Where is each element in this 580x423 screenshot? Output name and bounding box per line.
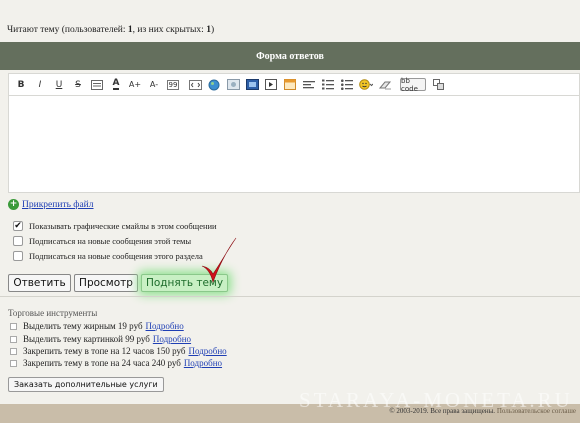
service-image-details-link[interactable]: Подробно: [153, 334, 191, 344]
spoiler-icon[interactable]: [89, 77, 105, 93]
table-icon[interactable]: [282, 77, 298, 93]
service-pin-12h-checkbox[interactable]: [10, 347, 17, 355]
subscribe-topic-checkbox[interactable]: [13, 236, 23, 246]
bullet-list-icon[interactable]: [339, 77, 355, 93]
order-services-button[interactable]: Заказать дополнительные услуги: [8, 377, 164, 392]
service-image-checkbox[interactable]: [10, 335, 17, 343]
font-color-button[interactable]: A: [108, 77, 124, 93]
service-image-topic: Выделить тему картинкой 99 руб Подробно: [10, 334, 191, 344]
font-size-down-button[interactable]: A-: [146, 77, 162, 93]
section-divider: [0, 296, 580, 297]
strikethrough-button[interactable]: S: [70, 77, 86, 93]
service-pin-24h-checkbox[interactable]: [10, 359, 17, 367]
service-pin-12h: Закрепить тему в топе на 12 часов 150 ру…: [10, 346, 227, 356]
attach-file-link[interactable]: Прикрепить файл: [22, 200, 94, 210]
trade-tools-title: Торговые инструменты: [8, 308, 98, 318]
code-icon[interactable]: [187, 77, 203, 93]
red-checkmark-icon: [201, 237, 237, 284]
site-watermark: STARAYA-MONETA.RU: [299, 388, 573, 412]
subscribe-section-checkbox[interactable]: [13, 251, 23, 261]
image-icon[interactable]: [225, 77, 241, 93]
reply-button[interactable]: Ответить: [8, 274, 71, 292]
font-size-up-button[interactable]: A+: [127, 77, 143, 93]
media-box-icon[interactable]: [263, 77, 279, 93]
smiley-dropdown-icon[interactable]: [358, 77, 374, 93]
eraser-icon[interactable]: [377, 77, 393, 93]
quote-button[interactable]: 99: [165, 77, 181, 93]
bold-button[interactable]: B: [13, 77, 29, 93]
attach-file-row: + Прикрепить файл: [8, 199, 94, 210]
service-bold-checkbox[interactable]: [10, 322, 17, 330]
message-textarea[interactable]: [8, 95, 580, 193]
service-pin-12h-details-link[interactable]: Подробно: [188, 346, 226, 356]
service-bold-topic: Выделить тему жирным 19 руб Подробно: [10, 321, 184, 331]
editor-toolbar: B I U S A A+ A- 99 bb code: [8, 73, 580, 95]
show-smileys-checkbox[interactable]: ✔: [13, 221, 23, 231]
plus-circle-icon: +: [8, 199, 19, 210]
italic-button[interactable]: I: [32, 77, 48, 93]
align-left-icon[interactable]: [301, 77, 317, 93]
underline-button[interactable]: U: [51, 77, 67, 93]
smile-globe-icon[interactable]: [206, 77, 222, 93]
service-pin-24h-details-link[interactable]: Подробно: [184, 358, 222, 368]
bbcode-toggle-button[interactable]: bb code: [400, 77, 426, 93]
service-bold-details-link[interactable]: Подробно: [146, 321, 184, 331]
option-subscribe-topic[interactable]: Подписаться на новые сообщения этой темы: [13, 236, 191, 246]
resize-editor-icon[interactable]: [430, 77, 446, 93]
reply-form-title: Форма ответов: [256, 50, 324, 62]
numbered-list-icon[interactable]: [320, 77, 336, 93]
option-show-smileys[interactable]: ✔ Показывать графические смайлы в этом с…: [13, 221, 217, 231]
option-subscribe-section[interactable]: Подписаться на новые сообщения этого раз…: [13, 251, 203, 261]
video-icon[interactable]: [244, 77, 260, 93]
preview-button[interactable]: Просмотр: [74, 274, 138, 292]
service-pin-24h: Закрепить тему в топе на 24 часа 240 руб…: [10, 358, 222, 368]
reading-users-line: Читают тему (пользователей: 1, из них ск…: [7, 25, 215, 35]
reply-form-header: Форма ответов: [0, 42, 580, 70]
